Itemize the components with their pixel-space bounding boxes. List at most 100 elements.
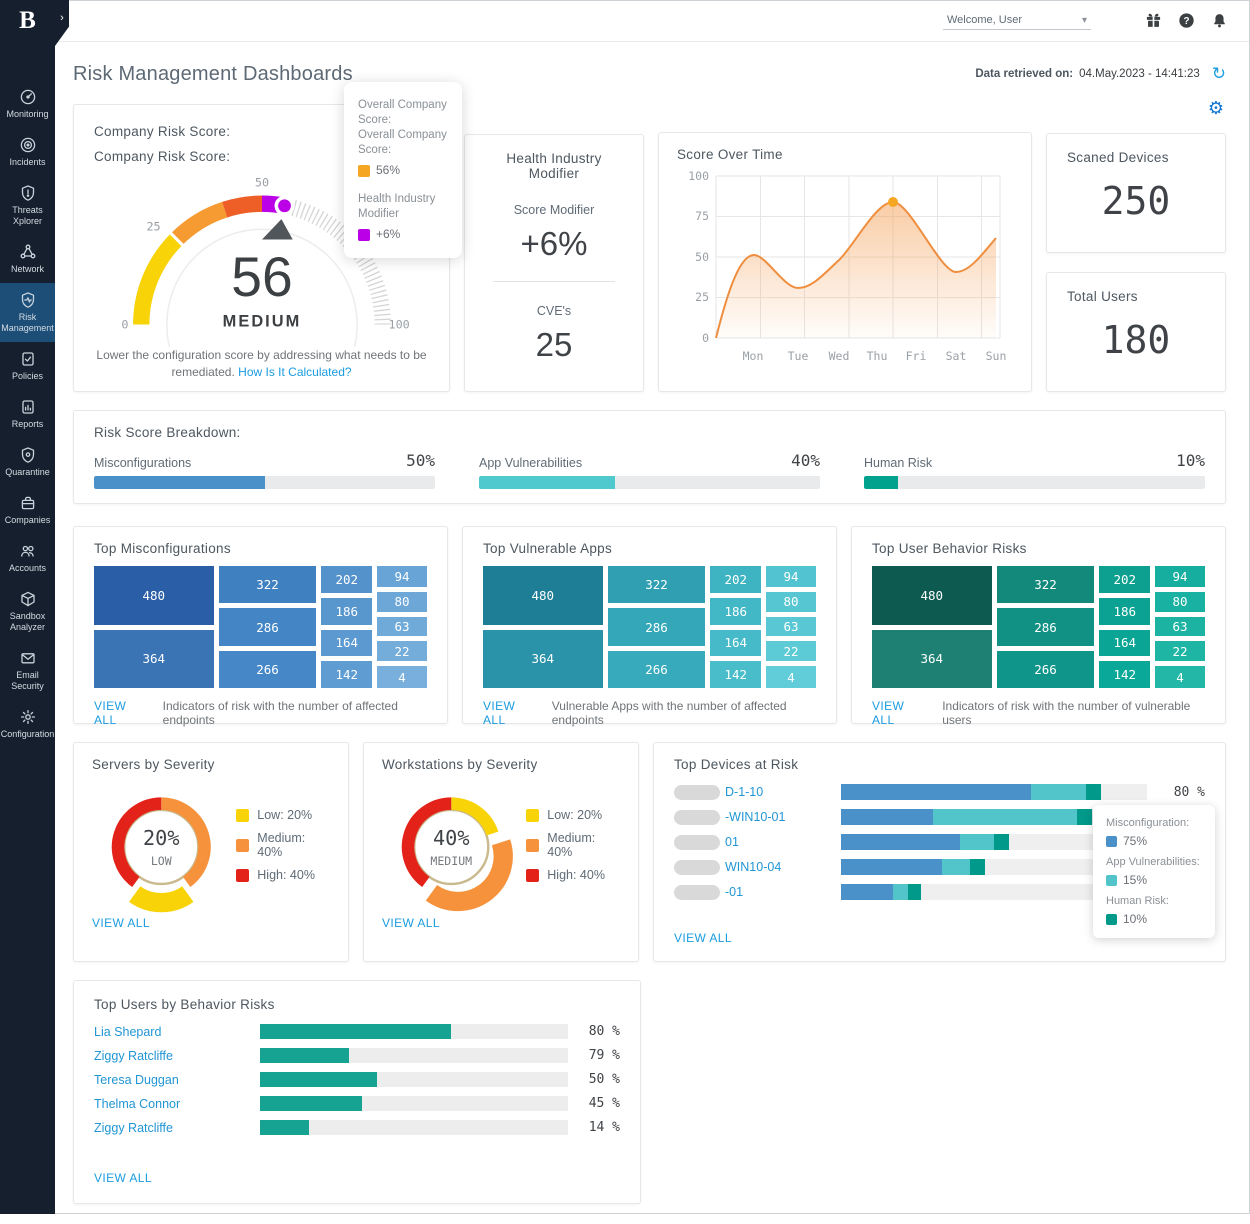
treemap-cell[interactable]: 480 bbox=[94, 566, 214, 625]
help-icon[interactable]: ? bbox=[1178, 12, 1195, 29]
gift-icon[interactable] bbox=[1145, 12, 1162, 29]
treemap-cell[interactable]: 22 bbox=[766, 641, 816, 662]
user-name-link[interactable]: Ziggy Ratcliffe bbox=[94, 1121, 260, 1135]
sidebar-item-policies[interactable]: Policies bbox=[0, 342, 55, 390]
sidebar-item-companies[interactable]: Companies bbox=[0, 486, 55, 534]
gauge-footer: Lower the configuration score by address… bbox=[94, 347, 429, 381]
chevron-right-icon: › bbox=[60, 12, 64, 24]
treemap-cell[interactable]: 94 bbox=[377, 566, 427, 587]
sidebar-item-monitoring[interactable]: Monitoring bbox=[0, 80, 55, 128]
treemap-cell[interactable]: 22 bbox=[377, 641, 427, 662]
workstations-donut-chart: 40% MEDIUM bbox=[382, 774, 526, 916]
sidebar-item-label: Companies bbox=[5, 515, 51, 526]
treemap-cell[interactable]: 63 bbox=[766, 617, 816, 636]
treemap-cell[interactable]: 4 bbox=[766, 666, 816, 688]
user-menu-dropdown[interactable]: Welcome, User ▾ bbox=[943, 11, 1091, 30]
redacted-pill bbox=[674, 810, 720, 825]
scanned-devices-value: 250 bbox=[1067, 179, 1205, 223]
card-title: Health Industry Modifier bbox=[485, 151, 623, 181]
bell-icon[interactable] bbox=[1211, 12, 1228, 29]
treemap-cell[interactable]: 266 bbox=[997, 651, 1095, 688]
view-all-link[interactable]: VIEW ALL bbox=[483, 699, 536, 727]
view-all-link[interactable]: VIEW ALL bbox=[674, 931, 732, 945]
treemap-cell[interactable]: 142 bbox=[1099, 661, 1150, 688]
sidebar-item-sandbox-analyzer[interactable]: Sandbox Analyzer bbox=[0, 582, 55, 641]
treemap-cell[interactable]: 186 bbox=[321, 598, 372, 624]
device-name-link[interactable]: WIN10-04 bbox=[725, 860, 841, 874]
treemap-cell[interactable]: 164 bbox=[321, 630, 372, 656]
treemap-cell[interactable]: 480 bbox=[483, 566, 603, 625]
sidebar-item-incidents[interactable]: Incidents bbox=[0, 128, 55, 176]
treemap-cell[interactable]: 186 bbox=[710, 598, 761, 624]
treemap-cell[interactable]: 142 bbox=[710, 661, 761, 688]
treemap-cell[interactable]: 202 bbox=[321, 566, 372, 593]
treemap-cell[interactable]: 286 bbox=[608, 608, 706, 646]
treemap-cell[interactable]: 322 bbox=[997, 566, 1095, 603]
treemap-cell[interactable]: 63 bbox=[377, 617, 427, 636]
device-name-link[interactable]: 01 bbox=[725, 835, 841, 849]
how-is-it-calculated-link[interactable]: How Is It Calculated? bbox=[238, 365, 351, 379]
treemap-caption: Vulnerable Apps with the number of affec… bbox=[552, 699, 816, 727]
treemap-cell[interactable]: 80 bbox=[766, 592, 816, 612]
user-name-link[interactable]: Teresa Duggan bbox=[94, 1073, 260, 1087]
device-name-link[interactable]: D-1-10 bbox=[725, 785, 841, 799]
sidebar-item-network[interactable]: Network bbox=[0, 235, 55, 283]
sidebar-nav: Monitoring Incidents Threats Xplorer Net… bbox=[0, 80, 55, 748]
user-name-link[interactable]: Thelma Connor bbox=[94, 1097, 260, 1111]
treemap-cell[interactable]: 186 bbox=[1099, 598, 1150, 624]
tooltip-label: App Vulnerabilities: bbox=[1106, 856, 1202, 868]
treemap-cell[interactable]: 266 bbox=[608, 651, 706, 688]
treemap-cell[interactable]: 266 bbox=[219, 651, 317, 688]
refresh-icon[interactable]: ↻ bbox=[1212, 64, 1226, 84]
sidebar-item-email-security[interactable]: Email Security bbox=[0, 641, 55, 700]
gauge-handle bbox=[276, 198, 292, 214]
treemap-cell[interactable]: 164 bbox=[1099, 630, 1150, 656]
treemap-cell[interactable]: 480 bbox=[872, 566, 992, 625]
sidebar-item-configuration[interactable]: Configuration bbox=[0, 700, 55, 748]
view-all-link[interactable]: VIEW ALL bbox=[94, 1171, 152, 1185]
policy-check-icon bbox=[19, 350, 37, 368]
sidebar-item-reports[interactable]: Reports bbox=[0, 390, 55, 438]
redacted-pill bbox=[674, 860, 720, 875]
card-title: Scaned Devices bbox=[1067, 150, 1205, 165]
treemap-cell[interactable]: 322 bbox=[219, 566, 317, 603]
treemap-cell[interactable]: 286 bbox=[219, 608, 317, 646]
treemap-cell[interactable]: 80 bbox=[377, 592, 427, 612]
svg-text:20%: 20% bbox=[143, 826, 179, 850]
treemap-cell[interactable]: 286 bbox=[997, 608, 1095, 646]
brand-logo[interactable]: B bbox=[0, 0, 55, 42]
treemap-cell[interactable]: 364 bbox=[483, 630, 603, 689]
sidebar-item-accounts[interactable]: Accounts bbox=[0, 534, 55, 582]
user-name-link[interactable]: Lia Shepard bbox=[94, 1025, 260, 1039]
treemap-cell[interactable]: 164 bbox=[710, 630, 761, 656]
treemap-cell[interactable]: 364 bbox=[872, 630, 992, 689]
sidebar-item-risk-management[interactable]: Risk Management bbox=[0, 283, 55, 342]
treemap-cell[interactable]: 94 bbox=[1155, 566, 1205, 587]
treemap-cell[interactable]: 322 bbox=[608, 566, 706, 603]
treemap-cell[interactable]: 22 bbox=[1155, 641, 1205, 662]
device-row: D-1-10 80 % bbox=[674, 784, 1205, 800]
device-name-link[interactable]: -01 bbox=[725, 885, 841, 899]
treemap-cell[interactable]: 94 bbox=[766, 566, 816, 587]
treemap-cell[interactable]: 202 bbox=[1099, 566, 1150, 593]
sidebar-item-quarantine[interactable]: Quarantine bbox=[0, 438, 55, 486]
treemap-cell[interactable]: 364 bbox=[94, 630, 214, 689]
treemap-cell[interactable]: 4 bbox=[1155, 666, 1205, 688]
stacked-risk-bar bbox=[841, 784, 1147, 800]
view-all-link[interactable]: VIEW ALL bbox=[872, 699, 926, 727]
treemap-cell[interactable]: 142 bbox=[321, 661, 372, 688]
scanned-devices-card: Scaned Devices 250 bbox=[1046, 133, 1226, 253]
treemap-cell[interactable]: 202 bbox=[710, 566, 761, 593]
treemap-cell[interactable]: 4 bbox=[377, 666, 427, 688]
dashboard-settings-gear-icon[interactable]: ⚙ bbox=[1208, 98, 1224, 119]
treemap-cell[interactable]: 63 bbox=[1155, 617, 1205, 636]
topbar-icons: ? bbox=[1145, 12, 1228, 29]
sidebar-item-threats-xplorer[interactable]: Threats Xplorer bbox=[0, 176, 55, 235]
view-all-link[interactable]: VIEW ALL bbox=[382, 916, 620, 930]
device-name-link[interactable]: -WIN10-01 bbox=[725, 810, 841, 824]
user-name-link[interactable]: Ziggy Ratcliffe bbox=[94, 1049, 260, 1063]
svg-text:100: 100 bbox=[688, 169, 709, 183]
view-all-link[interactable]: VIEW ALL bbox=[92, 916, 330, 930]
treemap-cell[interactable]: 80 bbox=[1155, 592, 1205, 612]
view-all-link[interactable]: VIEW ALL bbox=[94, 699, 147, 727]
